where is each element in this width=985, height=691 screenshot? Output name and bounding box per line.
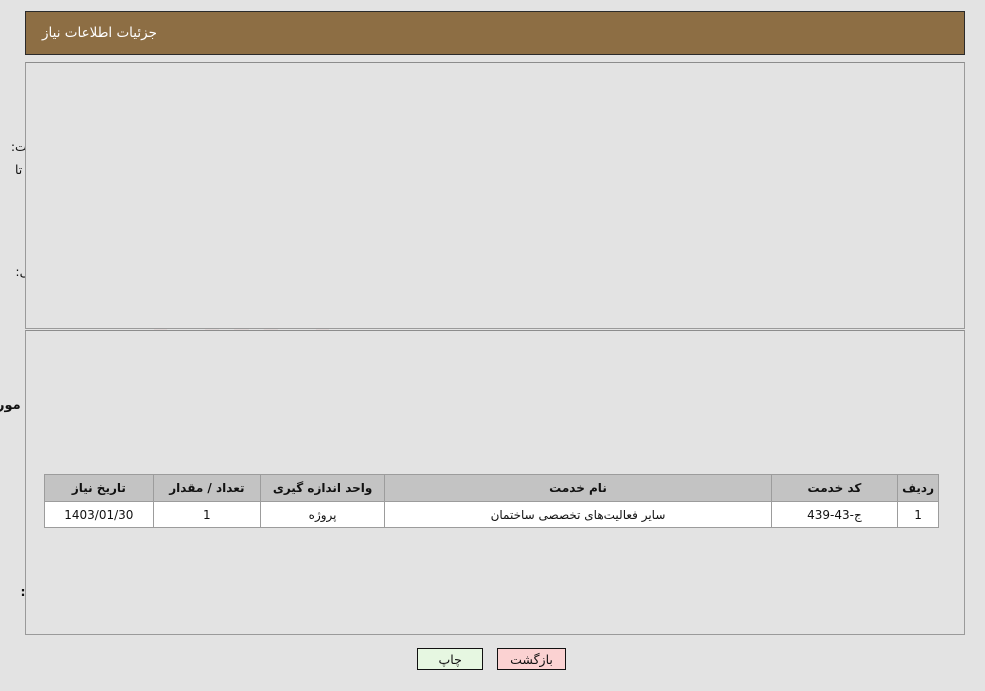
th-service-code: کد خدمت (771, 474, 900, 502)
button-bar: بازگشت چاپ (0, 648, 985, 670)
page-title: جزئیات اطلاعات نیاز (43, 25, 158, 41)
th-quantity: تعداد / مقدار (153, 474, 263, 502)
cell-quantity: 1 (153, 501, 263, 528)
cell-row-no: 1 (898, 501, 940, 528)
page-root: AriaTender.net جزئیات اطلاعات نیاز شماره… (0, 0, 985, 691)
cell-need-date: 1403/01/30 (45, 501, 155, 528)
cell-unit: پروژه (261, 501, 387, 528)
need-info-panel (26, 62, 966, 329)
th-unit: واحد اندازه گیری (261, 474, 387, 502)
cell-service-name: سایر فعالیت‌های تخصصی ساختمان (385, 501, 773, 528)
th-service-name: نام خدمت (385, 474, 773, 502)
cell-service-code: ج-43-439 (771, 501, 900, 528)
print-button[interactable]: چاپ (418, 648, 485, 670)
table-header-row: ردیف کد خدمت نام خدمت واحد اندازه گیری ت… (45, 474, 940, 502)
back-button[interactable]: بازگشت (498, 648, 567, 670)
th-row-no: ردیف (898, 474, 940, 502)
page-header: جزئیات اطلاعات نیاز (26, 11, 966, 55)
table-row: 1 ج-43-439 سایر فعالیت‌های تخصصی ساختمان… (45, 501, 940, 528)
services-table: ردیف کد خدمت نام خدمت واحد اندازه گیری ت… (45, 474, 940, 528)
th-need-date: تاریخ نیاز (45, 474, 155, 502)
